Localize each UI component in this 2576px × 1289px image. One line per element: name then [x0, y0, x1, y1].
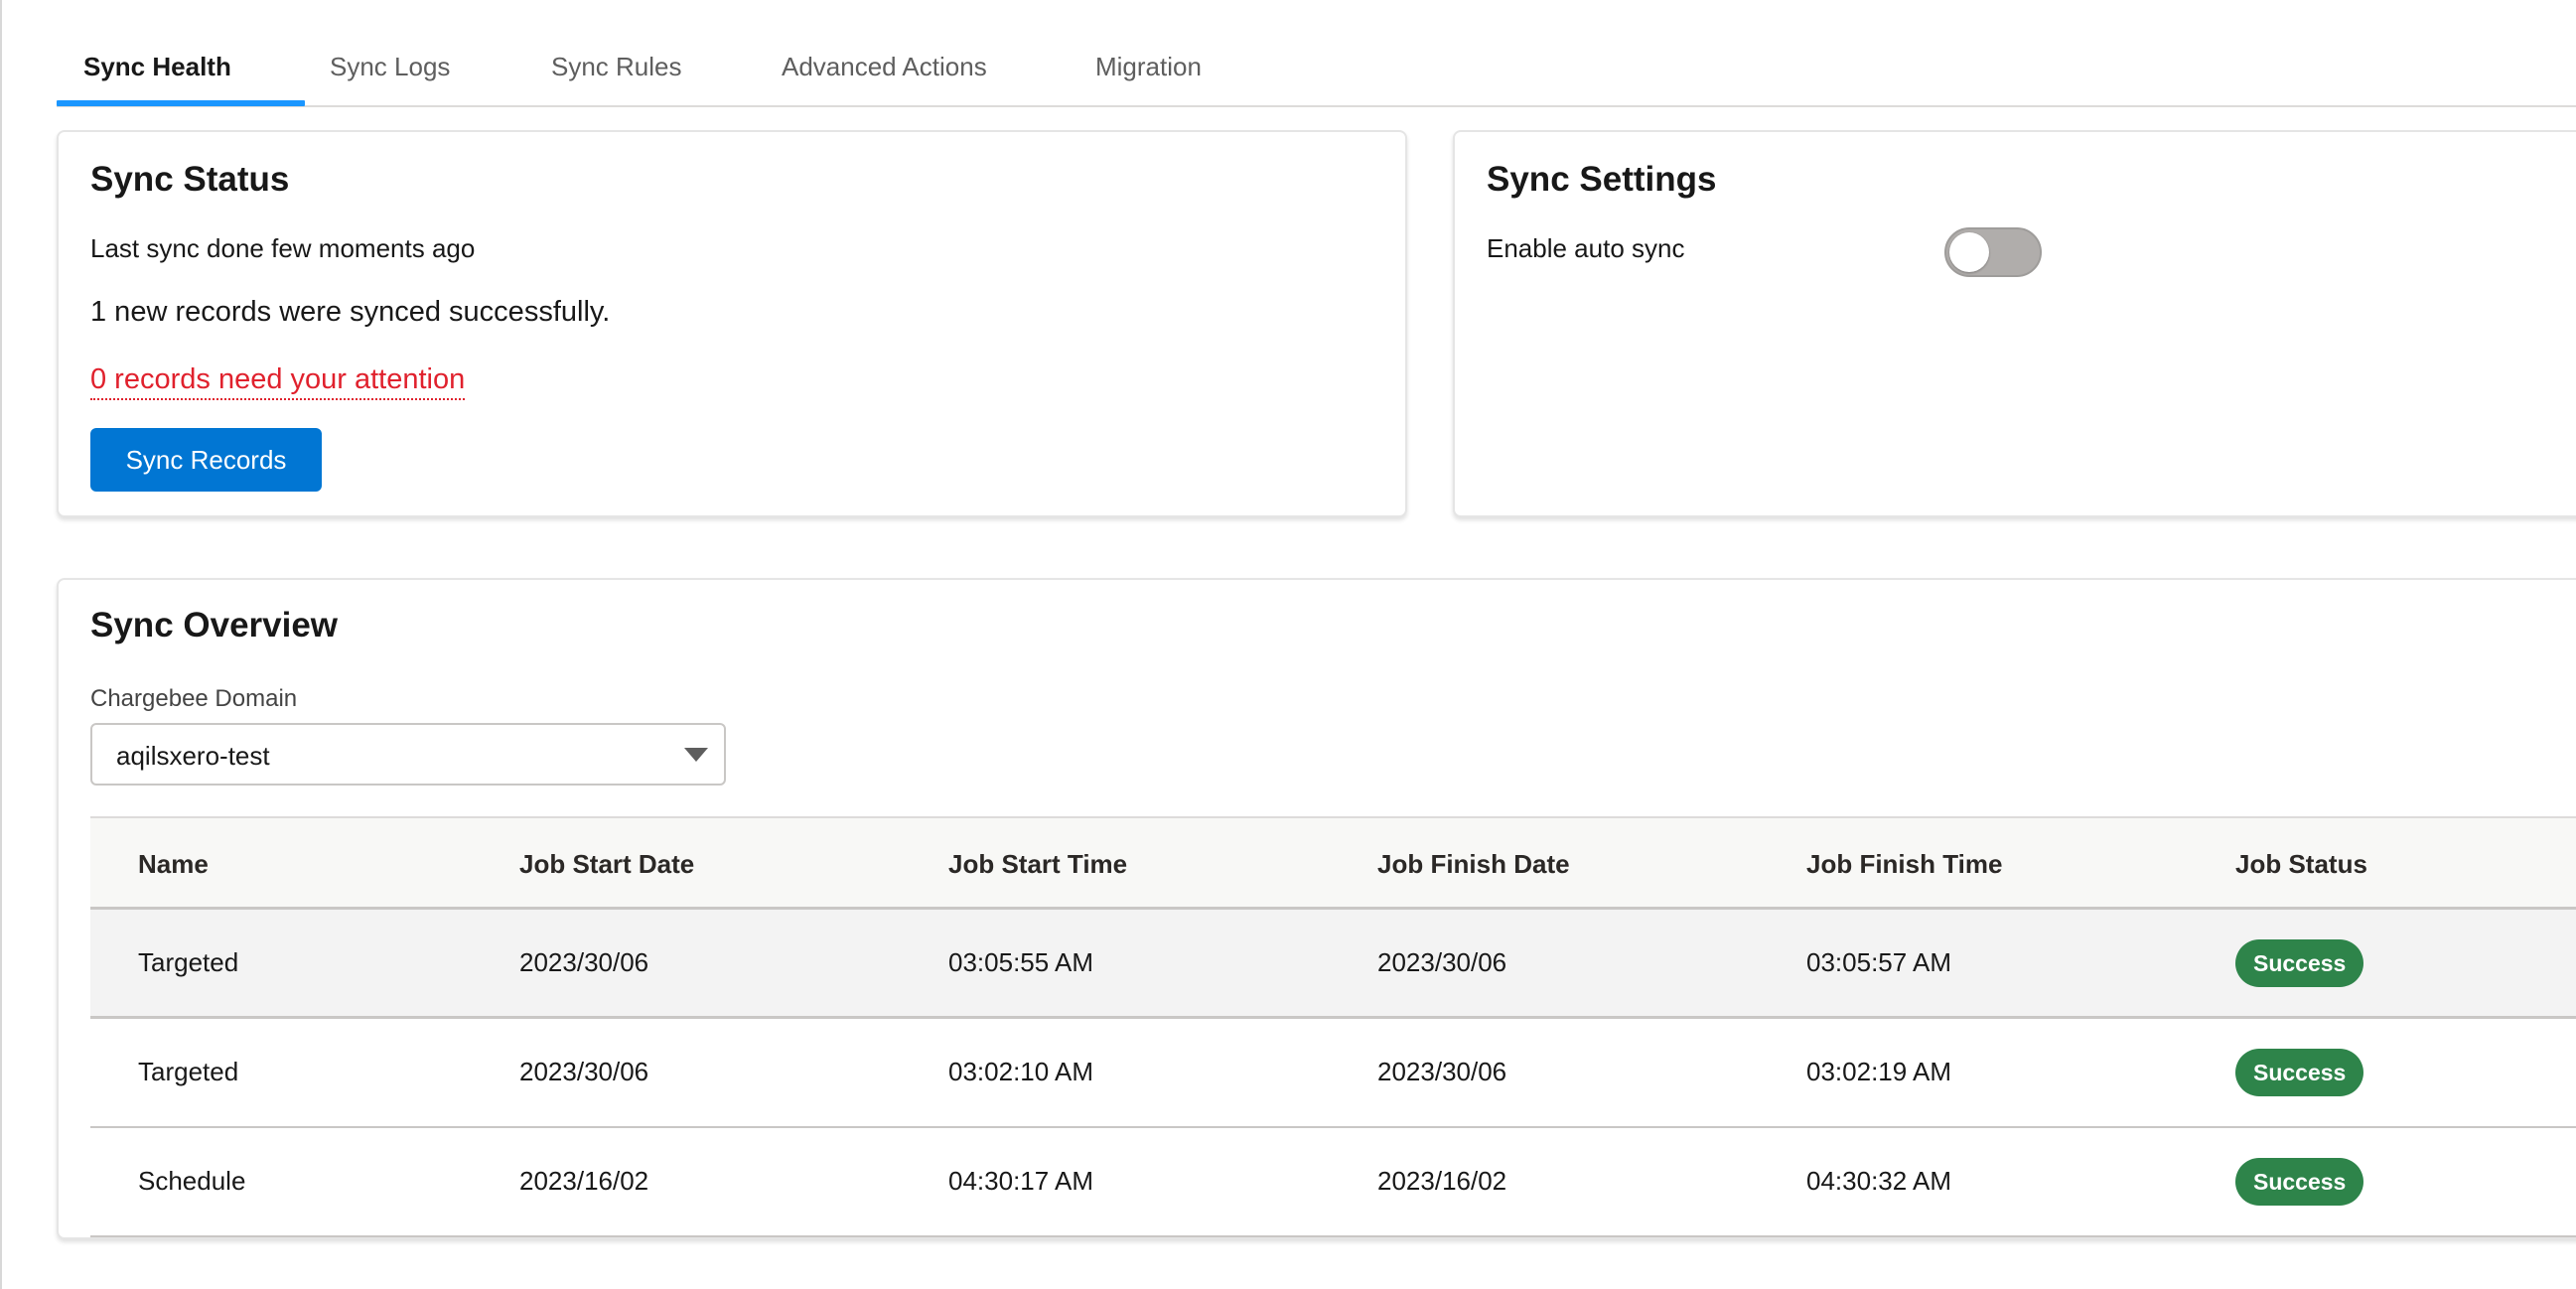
tab-sync-health[interactable]: Sync Health: [83, 52, 231, 105]
column-header-job-status[interactable]: Job Status: [2235, 849, 2367, 880]
tab-sync-logs[interactable]: Sync Logs: [330, 52, 450, 105]
sync-status-title: Sync Status: [90, 160, 290, 199]
cell-job-finish-date: 2023/30/06: [1377, 1057, 1507, 1086]
table-header-row: Name Job Start Date Job Start Time Job F…: [90, 816, 2576, 910]
cell-name: Targeted: [138, 947, 239, 977]
table-row[interactable]: Schedule 2023/16/02 04:30:17 AM 2023/16/…: [90, 1128, 2576, 1237]
last-sync-text: Last sync done few moments ago: [90, 233, 476, 263]
sync-jobs-table: Name Job Start Date Job Start Time Job F…: [90, 816, 2576, 1237]
cell-job-finish-time: 04:30:32 AM: [1806, 1166, 1951, 1196]
table-row[interactable]: Targeted 2023/30/06 03:02:10 AM 2023/30/…: [90, 1019, 2576, 1128]
records-synced-text: 1 new records were synced successfully.: [90, 296, 611, 328]
auto-sync-label: Enable auto sync: [1487, 233, 1685, 263]
status-badge: Success: [2235, 1049, 2364, 1096]
tab-bar: Sync Health Sync Logs Sync Rules Advance…: [57, 0, 2576, 107]
column-header-job-start-date[interactable]: Job Start Date: [519, 849, 694, 880]
caret-down-icon: [684, 748, 708, 762]
cell-name: Schedule: [138, 1166, 246, 1196]
cell-job-finish-time: 03:05:57 AM: [1806, 947, 1951, 977]
auto-sync-toggle[interactable]: [1944, 227, 2042, 277]
column-header-job-finish-date[interactable]: Job Finish Date: [1377, 849, 1570, 880]
sync-overview-title: Sync Overview: [90, 606, 339, 644]
cell-job-finish-date: 2023/30/06: [1377, 947, 1507, 977]
cell-job-start-date: 2023/30/06: [519, 1057, 649, 1086]
cell-name: Targeted: [138, 1057, 239, 1086]
chargebee-domain-label: Chargebee Domain: [90, 685, 298, 712]
column-header-name[interactable]: Name: [138, 849, 209, 880]
sync-records-button[interactable]: Sync Records: [90, 428, 322, 492]
sync-overview-card: Sync Overview Chargebee Domain aqilsxero…: [57, 578, 2576, 1239]
sync-settings-title: Sync Settings: [1487, 160, 1717, 199]
tab-migration[interactable]: Migration: [1095, 52, 1202, 105]
sync-settings-card: Sync Settings Enable auto sync: [1453, 130, 2576, 517]
chargebee-domain-select[interactable]: aqilsxero-test: [90, 723, 726, 786]
cell-job-finish-date: 2023/16/02: [1377, 1166, 1507, 1196]
column-header-job-start-time[interactable]: Job Start Time: [948, 849, 1127, 880]
records-attention-link[interactable]: 0 records need your attention: [90, 363, 466, 400]
cell-job-start-date: 2023/30/06: [519, 947, 649, 977]
status-badge: Success: [2235, 1158, 2364, 1206]
cell-job-start-time: 03:02:10 AM: [948, 1057, 1093, 1086]
status-badge: Success: [2235, 939, 2364, 987]
tab-advanced-actions[interactable]: Advanced Actions: [782, 52, 987, 105]
cell-job-start-time: 04:30:17 AM: [948, 1166, 1093, 1196]
domain-selected-value: aqilsxero-test: [116, 741, 270, 771]
table-row[interactable]: Targeted 2023/30/06 03:05:55 AM 2023/30/…: [90, 910, 2576, 1019]
tab-sync-rules[interactable]: Sync Rules: [551, 52, 682, 105]
active-tab-indicator: [57, 100, 305, 106]
cell-job-finish-time: 03:02:19 AM: [1806, 1057, 1951, 1086]
toggle-knob: [1949, 232, 1989, 272]
cell-job-start-date: 2023/16/02: [519, 1166, 649, 1196]
sync-status-card: Sync Status Last sync done few moments a…: [57, 130, 1407, 517]
page-left-border: [0, 0, 2, 1289]
column-header-job-finish-time[interactable]: Job Finish Time: [1806, 849, 2002, 880]
cell-job-start-time: 03:05:55 AM: [948, 947, 1093, 977]
